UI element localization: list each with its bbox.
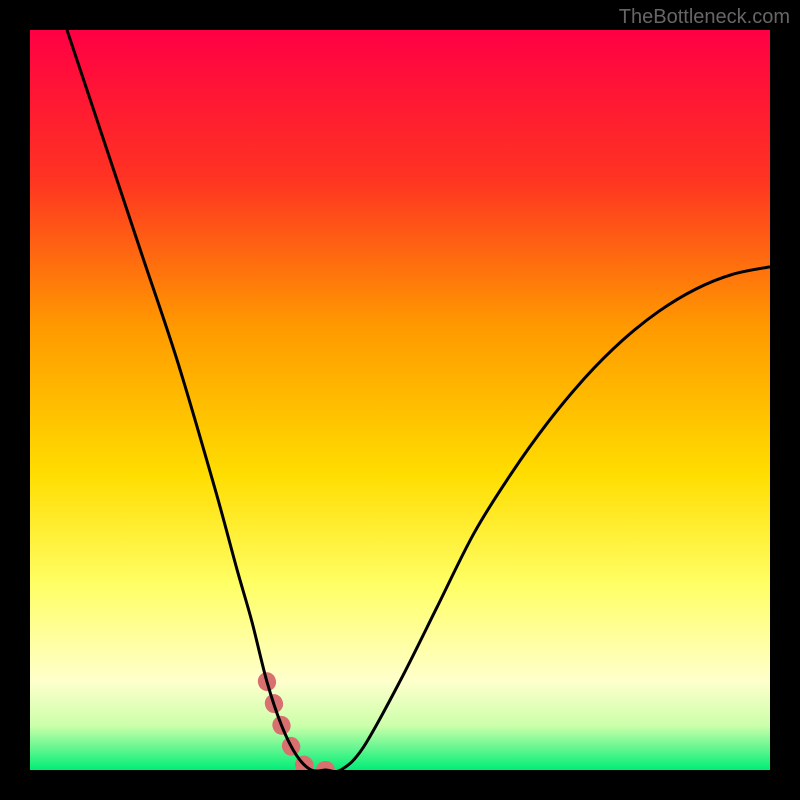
bottleneck-chart [30,30,770,770]
chart-frame [30,30,770,770]
watermark-text: TheBottleneck.com [619,6,790,29]
gradient-background [30,30,770,770]
